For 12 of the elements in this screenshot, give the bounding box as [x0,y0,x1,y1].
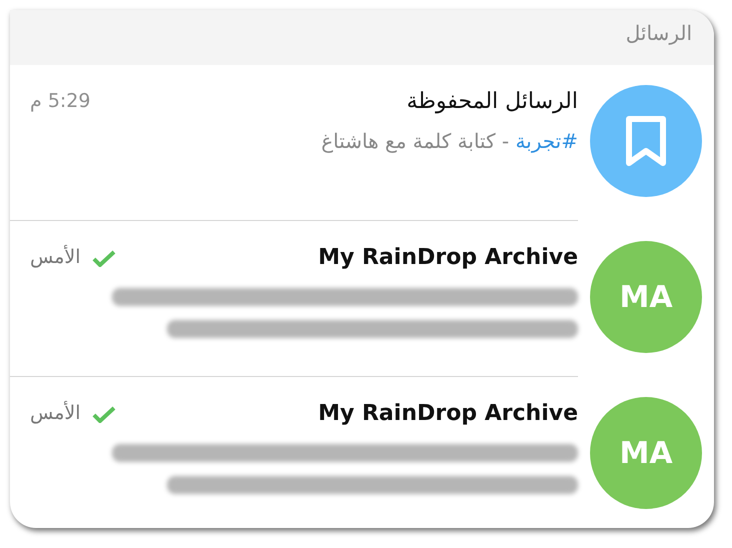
avatar: MA [590,397,702,509]
chat-title: الرسائل المحفوظة [406,88,578,116]
timestamp: الأمس [30,244,81,270]
avatar: MA [590,241,702,353]
chat-title: My RainDrop Archive [318,244,578,272]
timestamp: 5:29 م [30,89,90,114]
hashtag-link[interactable]: #تجربة [515,129,578,153]
section-header: الرسائل [10,10,714,65]
timestamp: الأمس [30,400,81,426]
message-preview: #تجربة - كتابة كلمة مع هاشتاغ [320,128,578,155]
bookmark-icon [623,115,669,167]
chat-title: My RainDrop Archive [318,400,578,428]
